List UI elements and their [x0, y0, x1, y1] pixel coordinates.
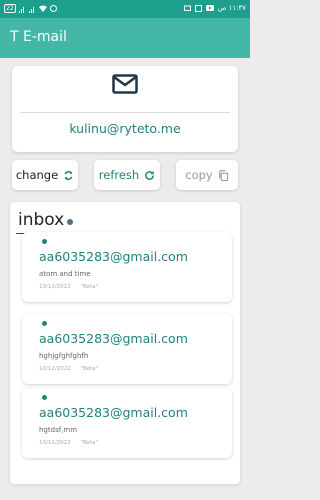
- message-date: 10/12/2022: [39, 440, 71, 446]
- message-tag-text: Beta: [82, 440, 96, 446]
- message-meta: 10/12/2022 "Beta": [39, 440, 98, 446]
- message-tag: "Beta": [80, 440, 99, 446]
- status-left: 22: [4, 4, 57, 13]
- wifi-icon: [38, 5, 47, 12]
- message-tag: "Beta": [80, 366, 99, 372]
- inbox-indicator: [67, 219, 73, 225]
- signal-icon: [28, 5, 36, 13]
- refresh-icon: [145, 170, 155, 180]
- message-meta: 10/12/2022 "Beta": [39, 366, 98, 372]
- email-address[interactable]: kulinu@ryteto.me: [12, 121, 238, 136]
- message-meta: 10/12/2022 "Beta": [39, 284, 98, 290]
- unread-dot: [42, 239, 47, 244]
- status-bar: 22 ١١:٣٧ ص: [0, 0, 250, 18]
- alarm-icon: [49, 5, 57, 12]
- battery-icon: 22: [4, 4, 16, 13]
- message-item[interactable]: aa6035283@gmail.com hghjgfghfghfh 10/12/…: [22, 314, 232, 384]
- message-date: 10/12/2022: [39, 284, 71, 290]
- message-item[interactable]: aa6035283@gmail.com hgtdsf,mm 10/12/2022…: [22, 388, 232, 458]
- copy-icon: [219, 169, 228, 181]
- app-title: T E-mail: [10, 29, 67, 45]
- message-sender: aa6035283@gmail.com: [39, 249, 188, 264]
- status-right: ١١:٣٧ ص: [183, 4, 246, 12]
- unread-dot: [42, 321, 47, 326]
- message-tag: "Beta": [80, 284, 99, 290]
- email-card: kulinu@ryteto.me: [12, 66, 238, 152]
- app-bar: T E-mail: [0, 18, 250, 58]
- message-tag-text: Beta: [82, 366, 96, 372]
- message-subject: hgtdsf,mm: [39, 426, 78, 434]
- youtube-icon: [205, 5, 214, 11]
- gallery-icon: [194, 4, 202, 12]
- message-sender: aa6035283@gmail.com: [39, 405, 188, 420]
- inbox-title: inbox: [18, 210, 65, 230]
- message-sender: aa6035283@gmail.com: [39, 331, 188, 346]
- message-subject: hghjgfghfghfh: [39, 352, 89, 360]
- message-date: 10/12/2022: [39, 366, 71, 372]
- divider: [20, 112, 230, 113]
- change-button-label: change: [15, 168, 59, 182]
- copy-button[interactable]: copy: [176, 160, 238, 190]
- message-tag-text: Beta: [82, 284, 96, 290]
- signal-icon: [18, 5, 26, 13]
- message-icon: [183, 5, 191, 11]
- change-button[interactable]: change: [12, 160, 78, 190]
- copy-button-label: copy: [185, 168, 213, 182]
- refresh-button[interactable]: refresh: [94, 160, 160, 190]
- inbox-panel: inbox aa6035283@gmail.com atom and time …: [10, 202, 240, 484]
- message-item[interactable]: aa6035283@gmail.com atom and time 10/12/…: [22, 232, 232, 302]
- refresh-button-label: refresh: [98, 168, 140, 182]
- message-subject: atom and time: [39, 270, 91, 278]
- envelope-icon: [112, 74, 138, 94]
- unread-dot: [42, 395, 47, 400]
- clock-time: ١١:٣٧ ص: [217, 4, 246, 12]
- sync-icon: [64, 170, 73, 180]
